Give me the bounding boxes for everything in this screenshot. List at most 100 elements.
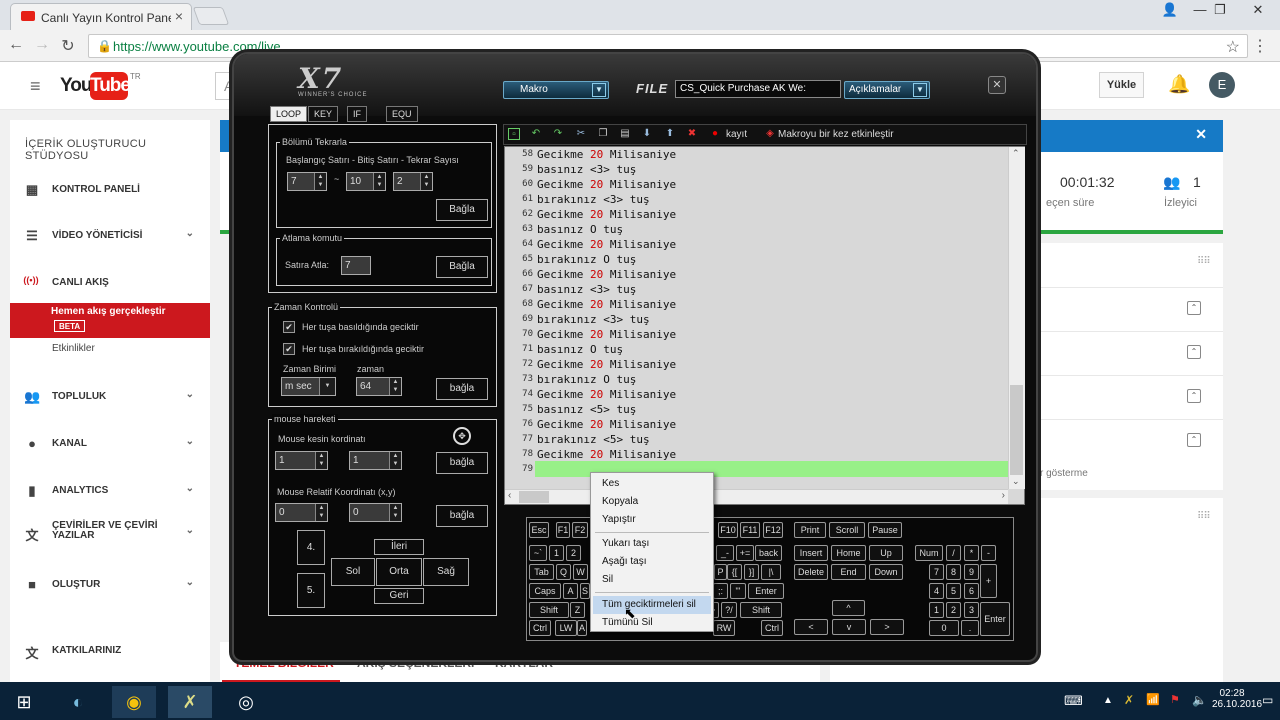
record-label[interactable]: kayıt — [726, 129, 747, 140]
key-r3b-0[interactable]: P — [714, 564, 727, 580]
key-r2-2[interactable]: 2 — [566, 545, 581, 561]
sidebar-item-create[interactable]: ■ OLUŞTUR ⌄ — [10, 575, 210, 595]
macro-line[interactable]: Gecikme 20 Milisaniye — [537, 148, 676, 161]
key-r4b-2[interactable]: Enter — [748, 583, 784, 599]
reload-icon[interactable]: ↻ — [58, 36, 78, 56]
bookmark-star-icon[interactable]: ☆ — [1226, 37, 1240, 57]
save-icon[interactable]: ▫ — [508, 128, 520, 140]
mouse-button-5[interactable]: 5. — [297, 573, 325, 608]
macro-line[interactable]: bırakınız <3> tuş — [537, 193, 650, 206]
sidebar-item-community[interactable]: 👥 TOPLULUK ⌄ — [10, 387, 210, 407]
drag-handle-icon[interactable]: ⠿⠿ — [1197, 511, 1211, 522]
alert-icon[interactable]: ⚑ — [1170, 693, 1180, 706]
key-r1-0[interactable]: Esc — [529, 522, 549, 538]
repeat-bind-button[interactable]: Bağla — [436, 199, 488, 221]
key-r3-0[interactable]: Tab — [529, 564, 554, 580]
macro-line[interactable]: Gecikme 20 Milisaniye — [537, 358, 676, 371]
mouse-button-4[interactable]: 4. — [297, 530, 325, 565]
key-r1b-2[interactable]: F12 — [763, 522, 783, 538]
key-r6c-2[interactable]: > — [870, 619, 904, 635]
key-r2d-0[interactable]: Num — [915, 545, 943, 561]
macro-line[interactable]: bırakınız O tuş — [537, 373, 636, 386]
key-r2-1[interactable]: 1 — [549, 545, 564, 561]
collapse-icon[interactable]: ⌃ — [1187, 389, 1201, 403]
key-r4b-1[interactable]: "' — [730, 583, 746, 599]
key-r2b-0[interactable]: _- — [716, 545, 734, 561]
record-icon[interactable]: ● — [709, 128, 721, 140]
paste-icon[interactable]: ▤ — [619, 128, 631, 140]
macro-line[interactable]: basınız <3> tuş — [537, 283, 636, 296]
move-down-icon[interactable]: ⬇ — [641, 128, 653, 140]
forward-icon[interactable]: → — [32, 36, 52, 54]
horizontal-scroll-thumb[interactable] — [519, 491, 549, 503]
key-r3-2[interactable]: W — [573, 564, 588, 580]
sidebar-item-dashboard[interactable]: ▦ KONTROL PANELİ — [10, 180, 210, 200]
key-r6c-0[interactable]: < — [794, 619, 828, 635]
key-r6-1[interactable]: LW — [555, 620, 577, 636]
macro-line[interactable]: basınız <3> tuş — [537, 163, 636, 176]
macro-line[interactable]: basınız O tuş — [537, 343, 623, 356]
macro-dropdown[interactable]: Makro ▼ — [503, 81, 609, 99]
right-click-button[interactable]: Sağ — [423, 558, 469, 586]
back-icon[interactable]: ← — [6, 36, 26, 54]
crosshair-icon[interactable]: ✥ — [453, 427, 471, 445]
hamburger-menu-icon[interactable]: ≡ — [30, 76, 41, 97]
sidebar-item-events[interactable]: Etkinlikler — [52, 343, 95, 354]
key-r1c-1[interactable]: Scroll — [829, 522, 865, 538]
key-r2d-3[interactable]: - — [981, 545, 996, 561]
key-r2c-0[interactable]: Insert — [794, 545, 828, 561]
run-once-label[interactable]: Makroyu bir kez etkinleştir — [778, 129, 894, 140]
macro-line[interactable]: Gecikme 20 Milisaniye — [537, 238, 676, 251]
sidebar-item-translate[interactable]: 文 ÇEVİRİLER VE ÇEVİRİ YAZILAR ⌄ — [10, 521, 210, 544]
key-r5d-1[interactable]: 2 — [946, 602, 961, 618]
macro-line[interactable]: bırakınız <3> tuş — [537, 313, 650, 326]
undo-icon[interactable]: ↶ — [530, 128, 542, 140]
key-r1c-0[interactable]: Print — [794, 522, 826, 538]
abs-x-stepper[interactable]: 1 ▲ ▼ — [275, 451, 328, 470]
redo-icon[interactable]: ↷ — [552, 128, 564, 140]
key-r3b-2[interactable]: }] — [744, 564, 759, 580]
tab-key[interactable]: KEY — [308, 106, 339, 122]
macro-line[interactable]: bırakınız O tuş — [537, 253, 636, 266]
notification-bell-icon[interactable]: 🔔 — [1168, 74, 1190, 95]
macro-line[interactable]: Gecikme 20 Milisaniye — [537, 448, 676, 461]
left-click-button[interactable]: Sol — [331, 558, 375, 586]
tab-loop[interactable]: LOOP — [270, 106, 308, 122]
delete-icon[interactable]: ✖ — [686, 128, 698, 140]
menu-item-move-down[interactable]: Aşağı taşı — [593, 553, 711, 571]
cut-icon[interactable]: ✂ — [575, 128, 587, 140]
tab-equ[interactable]: EQU — [386, 106, 418, 122]
x7-tray-icon[interactable]: ✗ — [1124, 693, 1134, 707]
windows-start-icon[interactable]: ⊞ — [2, 686, 46, 718]
abs-bind-button[interactable]: bağla — [436, 452, 488, 474]
macro-line[interactable]: Gecikme 20 Milisaniye — [537, 268, 676, 281]
key-r4d-2[interactable]: 6 — [964, 583, 979, 599]
jump-line-input[interactable]: 7 — [341, 256, 371, 275]
key-r2b-2[interactable]: back — [755, 545, 782, 561]
sidebar-item-contributions[interactable]: 文 KATKILARINIZ — [10, 641, 210, 661]
obs-icon[interactable]: ◎ — [224, 686, 268, 718]
time-unit-select[interactable]: m sec ▼ — [281, 377, 336, 396]
tray-expand-icon[interactable]: ▲ — [1103, 695, 1113, 706]
delay-on-release-checkbox[interactable]: ✔ — [283, 343, 295, 355]
key-r5b-2[interactable]: Shift — [740, 602, 782, 618]
key-r3b-1[interactable]: {[ — [727, 564, 742, 580]
key-r5b-1[interactable]: ?/ — [721, 602, 737, 618]
end-line-stepper[interactable]: 10 ▲ ▼ — [346, 172, 386, 191]
close-window-icon[interactable]: ✕ — [1238, 0, 1278, 22]
key-r4d-1[interactable]: 5 — [946, 583, 961, 599]
chevron-down-icon[interactable]: ⌄ — [186, 577, 194, 588]
collapse-icon[interactable]: ⌃ — [1187, 433, 1201, 447]
sidebar-item-live[interactable]: ((•)) CANLI AKIŞ — [10, 273, 210, 293]
key-r6-0[interactable]: Ctrl — [529, 620, 551, 636]
menu-item-cut[interactable]: Kes — [593, 475, 711, 493]
taskbar-clock[interactable]: 02:28 26.10.2016 — [1212, 688, 1262, 710]
key-r1b-0[interactable]: F10 — [718, 522, 738, 538]
sidebar-item-go-live-now[interactable]: Hemen akış gerçekleştir BETA — [10, 303, 210, 338]
sidebar-item-channel[interactable]: ● KANAL ⌄ — [10, 434, 210, 454]
key-r3d-1[interactable]: 8 — [946, 564, 961, 580]
start-line-stepper[interactable]: 7 ▲ ▼ — [287, 172, 327, 191]
key-r5d-2[interactable]: 3 — [964, 602, 979, 618]
key-r3d-3[interactable]: + — [980, 564, 997, 598]
browser-tab[interactable]: Canlı Yayın Kontrol Paneli × — [10, 3, 192, 30]
